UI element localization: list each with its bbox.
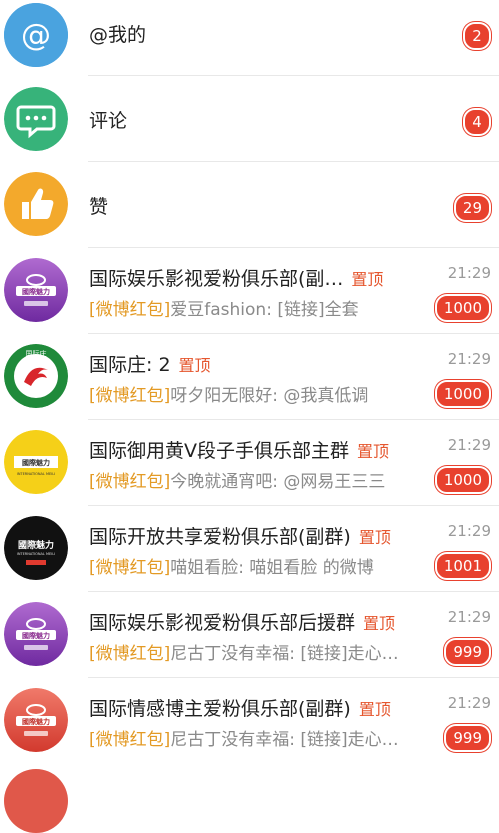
logo-subtext: INTERNATIONAL MEILI: [17, 552, 55, 556]
chat-name: 国际娱乐影视爱粉俱乐部(副…: [89, 268, 344, 290]
chat-row[interactable]: 国际庄 国际庄: 2 置顶 21:29 [微博红包]呀夕阳无限好: @我真低调 1…: [0, 334, 499, 420]
message-preview: 喵姐看脸: 喵姐看脸 的微博: [170, 558, 374, 578]
logo-text: 國際魅力: [22, 717, 50, 726]
message-preview: 爱豆fashion: [链接]全套: [170, 300, 359, 320]
chat-row[interactable]: 國際魅力 INTERNATIONAL MEILI 国际御用黄V段子手俱乐部主群置…: [0, 420, 499, 506]
redpacket-tag: [微博红包]: [89, 644, 171, 664]
notify-row-likes[interactable]: 赞 29: [0, 162, 499, 248]
logo-text: 国际庄: [26, 349, 47, 358]
chat-name: 国际庄: 2: [89, 354, 171, 376]
redpacket-tag: [微博红包]: [89, 472, 171, 492]
chat-row[interactable]: 國際魅力 国际情感博主爱粉俱乐部(副群) 置顶 21:29 [微博红包]尼古丁没有…: [0, 678, 499, 764]
message-preview: 尼古丁没有幸福: [链接]走心…: [170, 730, 399, 750]
pinned-label: 置顶: [363, 614, 396, 633]
unread-badge: 29: [453, 194, 491, 222]
chat-row[interactable]: 國際魅力 INTERNATIONAL MEILI 国际开放共享爱粉俱乐部(副群)…: [0, 506, 499, 592]
group-avatar: 國際魅力 INTERNATIONAL MEILI: [4, 516, 68, 580]
group-avatar: 國際魅力 INTERNATIONAL MEILI: [4, 430, 68, 494]
unread-badge: 1000: [434, 466, 491, 494]
pinned-label: 置顶: [358, 700, 391, 719]
thumbs-up-icon: [4, 172, 68, 236]
timestamp: 21:29: [447, 436, 491, 454]
logo-subtext: INTERNATIONAL MEILI: [17, 472, 55, 476]
unread-badge: 999: [444, 638, 491, 666]
comment-icon: [4, 87, 68, 151]
notify-row-comments[interactable]: 评论 4: [0, 76, 499, 162]
redpacket-tag: [微博红包]: [89, 300, 171, 320]
unread-badge: 1001: [434, 552, 491, 580]
pinned-label: 置顶: [357, 442, 390, 461]
pinned-label: 置顶: [358, 528, 391, 547]
timestamp: 21:29: [447, 264, 491, 282]
notify-row-mentions[interactable]: @ @我的 2: [0, 0, 499, 76]
redpacket-tag: [微博红包]: [89, 386, 171, 406]
unread-badge: 1000: [434, 380, 491, 408]
chat-name: 国际御用黄V段子手俱乐部主群: [89, 440, 349, 462]
pinned-label: 置顶: [351, 270, 384, 289]
timestamp: 21:29: [447, 522, 491, 540]
svg-text:@: @: [21, 18, 51, 53]
logo-text: 國際魅力: [18, 539, 54, 551]
redpacket-tag: [微博红包]: [89, 730, 171, 750]
at-icon: @: [4, 3, 68, 67]
group-avatar: 國際魅力: [4, 258, 68, 322]
unread-badge: 4: [463, 108, 491, 136]
timestamp: 21:29: [447, 694, 491, 712]
logo-text: 國際魅力: [22, 631, 50, 640]
logo-text: 國際魅力: [22, 458, 50, 467]
message-preview: 今晚就通宵吧: @网易王三三: [170, 472, 386, 492]
message-preview: 尼古丁没有幸福: [链接]走心…: [170, 644, 399, 664]
notify-label: @我的: [89, 24, 147, 46]
chat-row[interactable]: 國際魅力 国际娱乐影视爱粉俱乐部(副… 置顶 21:29 [微博红包]爱豆fash…: [0, 248, 499, 334]
group-avatar: 國際魅力: [4, 602, 68, 666]
pinned-label: 置顶: [178, 356, 211, 375]
chat-name: 国际娱乐影视爱粉俱乐部后援群: [89, 612, 356, 634]
group-avatar: [4, 769, 68, 833]
unread-badge: 2: [463, 22, 491, 50]
timestamp: 21:29: [447, 608, 491, 626]
group-avatar: 国际庄: [4, 344, 68, 408]
group-avatar: 國際魅力: [4, 688, 68, 752]
notify-label: 评论: [89, 110, 128, 132]
chat-name: 国际情感博主爱粉俱乐部(副群): [89, 698, 351, 720]
unread-badge: 999: [444, 724, 491, 752]
chat-name: 国际开放共享爱粉俱乐部(副群): [89, 526, 351, 548]
notify-label: 赞: [89, 196, 109, 218]
unread-badge: 1000: [434, 294, 491, 322]
timestamp: 21:29: [447, 350, 491, 368]
redpacket-tag: [微博红包]: [89, 558, 171, 578]
chat-row[interactable]: 國際魅力 国际娱乐影视爱粉俱乐部后援群 置顶 21:29 [微博红包]尼古丁没有幸…: [0, 592, 499, 678]
logo-text: 國際魅力: [22, 287, 50, 296]
message-preview: 呀夕阳无限好: @我真低调: [170, 386, 369, 406]
